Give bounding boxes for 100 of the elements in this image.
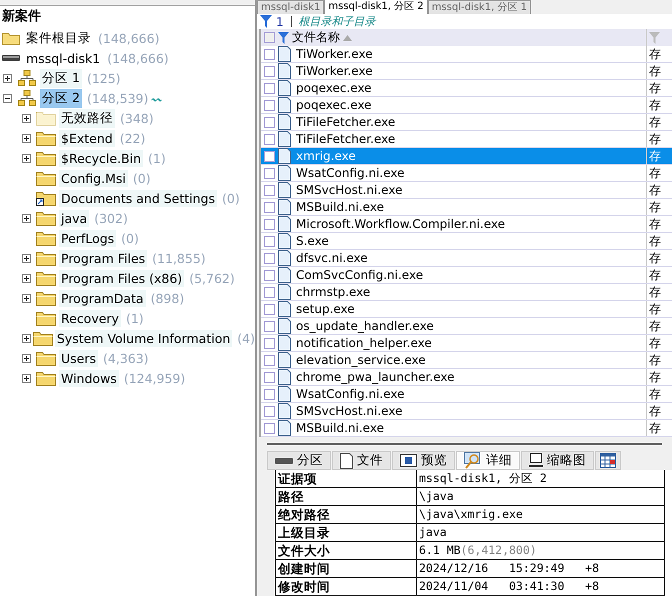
checkbox[interactable] bbox=[264, 236, 275, 246]
checkbox[interactable] bbox=[264, 304, 275, 314]
checkbox[interactable] bbox=[264, 286, 275, 298]
expander-icon[interactable] bbox=[22, 214, 31, 222]
expander-icon[interactable] bbox=[3, 74, 12, 82]
tree-item[interactable]: Recovery bbox=[59, 310, 121, 326]
tree-item[interactable]: mssql-disk1 bbox=[24, 50, 102, 66]
file-name[interactable]: setup.exe bbox=[294, 301, 357, 317]
file-icon bbox=[278, 250, 291, 266]
checkbox[interactable] bbox=[264, 168, 275, 178]
checkbox[interactable] bbox=[264, 202, 275, 212]
tree-item[interactable]: System Volume Information bbox=[54, 330, 232, 346]
expander-icon[interactable] bbox=[22, 254, 31, 262]
view-tab[interactable]: 缩略图 bbox=[521, 451, 594, 470]
checkbox[interactable] bbox=[264, 388, 275, 400]
expander-icon[interactable] bbox=[22, 274, 31, 282]
tree-item[interactable]: 分区 2 bbox=[40, 88, 82, 108]
checkbox[interactable] bbox=[264, 100, 275, 110]
filter-icon[interactable] bbox=[278, 32, 289, 44]
checkbox[interactable] bbox=[264, 48, 275, 60]
checkbox[interactable] bbox=[264, 134, 275, 144]
checkbox[interactable] bbox=[264, 150, 275, 162]
file-name[interactable]: chrmstp.exe bbox=[294, 284, 372, 300]
file-name[interactable]: dfsvc.ni.exe bbox=[294, 250, 370, 266]
checkbox[interactable] bbox=[264, 184, 275, 196]
checkbox[interactable] bbox=[264, 406, 275, 416]
checkbox[interactable] bbox=[264, 66, 275, 76]
image-icon bbox=[400, 454, 417, 467]
tree-item[interactable]: Users bbox=[59, 350, 98, 366]
folder-icon bbox=[36, 150, 56, 166]
file-name[interactable]: S.exe bbox=[294, 233, 331, 249]
file-name[interactable]: os_update_handler.exe bbox=[294, 318, 436, 334]
checkbox[interactable] bbox=[264, 320, 275, 332]
checkbox[interactable] bbox=[264, 218, 275, 230]
tree-item[interactable]: 案件根目录 bbox=[24, 28, 93, 48]
file-name[interactable]: poqexec.exe bbox=[294, 97, 374, 113]
view-tab[interactable]: 文件 bbox=[332, 451, 391, 470]
file-name[interactable]: MSBuild.ni.exe bbox=[294, 420, 386, 436]
expander-icon[interactable] bbox=[22, 114, 31, 122]
file-name[interactable]: MSBuild.ni.exe bbox=[294, 199, 386, 215]
file-name[interactable]: WsatConfig.ni.exe bbox=[294, 165, 407, 181]
tree-item[interactable]: Program Files bbox=[59, 250, 148, 266]
file-name[interactable]: TiFileFetcher.exe bbox=[294, 114, 398, 130]
expander-icon[interactable] bbox=[22, 294, 31, 302]
checkbox[interactable] bbox=[264, 372, 275, 382]
checkbox[interactable] bbox=[264, 270, 275, 280]
checkbox[interactable] bbox=[264, 252, 275, 264]
view-tab[interactable]: 详细 bbox=[456, 451, 520, 470]
checkbox[interactable] bbox=[264, 354, 275, 366]
sort-icon[interactable] bbox=[343, 34, 352, 40]
expander-icon[interactable] bbox=[22, 374, 31, 382]
file-name[interactable]: TiWorker.exe bbox=[294, 63, 375, 79]
view-tab[interactable]: 分区 bbox=[267, 451, 331, 470]
tree-item[interactable]: PerfLogs bbox=[59, 230, 116, 246]
item-count: (4,363) bbox=[103, 350, 149, 366]
checkbox[interactable] bbox=[264, 82, 275, 94]
file-name[interactable]: TiWorker.exe bbox=[294, 46, 375, 62]
checkbox[interactable] bbox=[264, 338, 275, 348]
drive-icon bbox=[2, 55, 20, 61]
file-name[interactable]: SMSvcHost.ni.exe bbox=[294, 182, 404, 198]
tree-item[interactable]: Config.Msi bbox=[59, 170, 128, 186]
checkbox[interactable] bbox=[264, 422, 275, 434]
tree-item[interactable]: 无效路径 bbox=[59, 108, 115, 128]
file-name[interactable]: TiFileFetcher.exe bbox=[294, 131, 398, 147]
file-icon bbox=[278, 114, 291, 130]
filter-icon[interactable] bbox=[260, 15, 272, 28]
file-name[interactable]: elevation_service.exe bbox=[294, 352, 428, 368]
expander-icon[interactable] bbox=[22, 334, 31, 342]
file-icon bbox=[278, 284, 291, 300]
file-name[interactable]: ComSvcConfig.ni.exe bbox=[294, 267, 426, 283]
expander-icon[interactable] bbox=[22, 354, 31, 362]
tree-item[interactable]: Windows bbox=[59, 370, 119, 386]
checkbox[interactable] bbox=[264, 116, 275, 128]
document-tab[interactable]: mssql-disk1, 分区 1 bbox=[428, 0, 531, 14]
network-icon bbox=[18, 70, 36, 86]
file-name[interactable]: chrome_pwa_launcher.exe bbox=[294, 369, 456, 385]
tree-item[interactable]: 分区 1 bbox=[40, 68, 82, 88]
file-name[interactable]: SMSvcHost.ni.exe bbox=[294, 403, 404, 419]
tilde-mark: 〰 bbox=[151, 94, 162, 106]
tree-item[interactable]: Program Files (x86) bbox=[59, 270, 184, 286]
checkbox[interactable] bbox=[264, 32, 275, 43]
file-name[interactable]: Microsoft.Workflow.Compiler.ni.exe bbox=[294, 216, 508, 232]
file-icon bbox=[278, 318, 291, 334]
view-tab[interactable] bbox=[595, 451, 621, 470]
file-icon bbox=[278, 63, 291, 79]
expander-icon[interactable] bbox=[22, 154, 31, 162]
view-tab[interactable]: 预览 bbox=[392, 451, 455, 470]
tree-item[interactable]: $Recycle.Bin bbox=[59, 150, 144, 166]
tree-item[interactable]: $Extend bbox=[59, 130, 115, 146]
document-tab[interactable]: mssql-disk1 bbox=[257, 0, 324, 14]
expander-icon[interactable] bbox=[3, 94, 12, 102]
expander-icon[interactable] bbox=[22, 134, 31, 142]
file-name[interactable]: poqexec.exe bbox=[294, 80, 374, 96]
tree-item[interactable]: ProgramData bbox=[59, 290, 146, 306]
tree-item[interactable]: Documents and Settings bbox=[59, 190, 218, 206]
file-name[interactable]: notification_helper.exe bbox=[294, 335, 434, 351]
table-cell: 存 bbox=[646, 63, 672, 79]
file-name[interactable]: WsatConfig.ni.exe bbox=[294, 386, 407, 402]
document-tab[interactable]: mssql-disk1, 分区 2 bbox=[324, 0, 428, 14]
tree-item[interactable]: java bbox=[59, 210, 90, 226]
